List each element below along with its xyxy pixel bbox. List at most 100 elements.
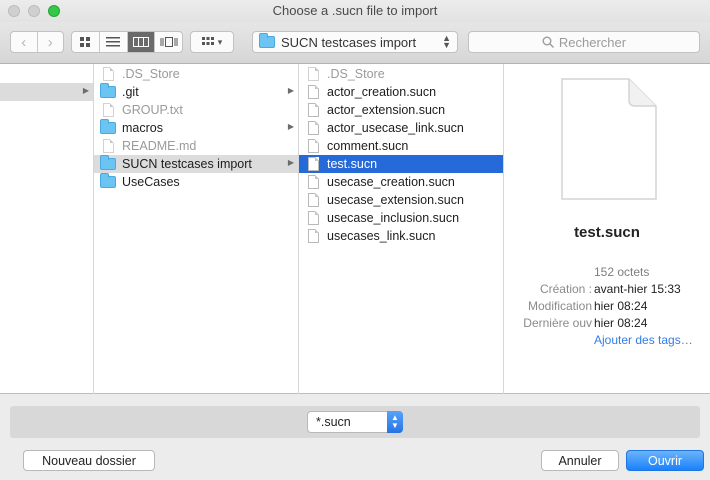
document-icon xyxy=(305,211,321,225)
folder-icon xyxy=(259,33,275,48)
file-name: test.sucn xyxy=(327,157,378,171)
file-name: usecase_extension.sucn xyxy=(327,193,464,207)
file-name: .DS_Store xyxy=(122,67,180,81)
file-name: macros xyxy=(122,121,163,135)
navigation-buttons: ‹ › xyxy=(10,31,64,53)
column-3: .DS_Store actor_creation.sucn actor_extens… xyxy=(299,64,504,394)
file-name: actor_usecase_link.sucn xyxy=(327,121,464,135)
file-row[interactable]: SUCN testcases import ▶ xyxy=(94,155,298,173)
location-label: SUCN testcases import xyxy=(281,34,417,50)
file-row[interactable]: .git ▶ xyxy=(94,83,298,101)
document-icon xyxy=(305,229,321,243)
file-name: actor_creation.sucn xyxy=(327,85,437,99)
new-folder-button[interactable]: Nouveau dossier xyxy=(23,450,155,471)
folder-icon xyxy=(100,119,116,135)
disclosure-arrow-icon: ▶ xyxy=(287,158,294,167)
file-name: usecase_inclusion.sucn xyxy=(327,211,460,225)
open-button[interactable]: Ouvrir xyxy=(626,450,704,471)
search-placeholder: Rechercher xyxy=(558,34,627,50)
document-icon xyxy=(561,78,657,200)
file-row[interactable]: actor_extension.sucn xyxy=(299,101,503,119)
document-icon xyxy=(100,67,116,81)
file-row[interactable]: actor_usecase_link.sucn xyxy=(299,119,503,137)
cancel-button[interactable]: Annuler xyxy=(541,450,619,471)
last-opened-label: Dernière ouv xyxy=(523,316,592,330)
file-row[interactable]: usecase_inclusion.sucn xyxy=(299,209,503,227)
file-name: comment.sucn xyxy=(327,139,409,153)
column-1: ▶ xyxy=(0,64,94,394)
file-row[interactable]: usecases_link.sucn xyxy=(299,227,503,245)
arrange-grid-icon xyxy=(201,37,214,45)
dialog-footer: *.sucn ▲ ▼ Nouveau dossier Annuler Ouvrir xyxy=(0,394,710,480)
add-tags-link[interactable]: Ajouter des tags… xyxy=(594,333,693,347)
disclosure-arrow-icon: ▶ xyxy=(82,86,89,95)
document-icon xyxy=(305,85,321,99)
up-down-chevron-icon: ▲ ▼ xyxy=(442,33,451,50)
back-button[interactable]: ‹ xyxy=(11,32,37,52)
modified-label: Modification xyxy=(527,299,592,313)
cover-flow-view-button[interactable] xyxy=(154,32,182,52)
column-2: .DS_Store .git ▶ GROUP.txt macros ▶ README.md S… xyxy=(94,64,299,394)
file-type-popup[interactable]: *.sucn ▲ ▼ xyxy=(307,411,403,433)
file-row[interactable]: actor_creation.sucn xyxy=(299,83,503,101)
file-name: SUCN testcases import xyxy=(122,157,252,171)
preview-file-name: test.sucn xyxy=(574,224,640,241)
folder-icon xyxy=(100,155,116,171)
cover-flow-icon xyxy=(160,37,178,47)
list-icon xyxy=(106,37,121,47)
view-mode-buttons xyxy=(71,31,183,53)
folder-icon xyxy=(100,83,116,99)
document-icon xyxy=(100,139,116,153)
window-title: Choose a .sucn file to import xyxy=(272,3,438,18)
filter-bar: *.sucn ▲ ▼ xyxy=(10,406,700,438)
document-icon xyxy=(100,103,116,117)
created-value: avant-hier 15:33 xyxy=(594,282,681,296)
folder-icon xyxy=(100,173,116,189)
document-icon xyxy=(305,121,321,135)
preview-pane: test.sucn 152 octets Création : avant-hi… xyxy=(504,64,710,394)
search-icon xyxy=(542,36,554,48)
parent-folder-row[interactable]: ▶ xyxy=(0,83,93,101)
file-name: usecase_creation.sucn xyxy=(327,175,455,189)
icon-view-button[interactable] xyxy=(72,32,99,52)
created-label: Création : xyxy=(539,282,592,296)
file-row[interactable]: comment.sucn xyxy=(299,137,503,155)
grid-icon xyxy=(79,36,90,47)
file-row[interactable]: README.md xyxy=(94,137,298,155)
file-name: GROUP.txt xyxy=(122,103,183,117)
file-row[interactable]: GROUP.txt xyxy=(94,101,298,119)
list-view-button[interactable] xyxy=(98,32,127,52)
arrange-button[interactable]: ▾ xyxy=(190,31,234,53)
up-down-chevron-icon: ▲ ▼ xyxy=(387,411,403,433)
toolbar: ‹ › ▾ SUCN testcases import ▲ ▼ Recherche… xyxy=(0,22,710,64)
file-row[interactable]: macros ▶ xyxy=(94,119,298,137)
preview-file-size: 152 octets xyxy=(594,265,650,279)
file-type-value: *.sucn xyxy=(316,415,351,429)
search-field[interactable]: Rechercher xyxy=(468,31,700,53)
columns-icon xyxy=(132,37,149,47)
location-popup[interactable]: SUCN testcases import ▲ ▼ xyxy=(252,31,458,53)
document-icon xyxy=(305,193,321,207)
file-row[interactable]: usecase_creation.sucn xyxy=(299,173,503,191)
disclosure-arrow-icon: ▶ xyxy=(287,122,294,131)
file-name: actor_extension.sucn xyxy=(327,103,446,117)
column-view-button[interactable] xyxy=(126,32,155,52)
document-icon xyxy=(305,139,321,153)
title-bar: Choose a .sucn file to import xyxy=(0,0,710,22)
modified-value: hier 08:24 xyxy=(594,299,648,313)
chevron-down-icon: ▾ xyxy=(217,36,223,47)
file-browser: ▶ .DS_Store .git ▶ GROUP.txt macros ▶ README.m… xyxy=(0,64,710,394)
document-icon xyxy=(305,175,321,189)
file-name: usecases_link.sucn xyxy=(327,229,436,243)
file-row[interactable]: usecase_extension.sucn xyxy=(299,191,503,209)
document-icon xyxy=(305,157,321,171)
file-row[interactable]: test.sucn xyxy=(299,155,503,173)
disclosure-arrow-icon: ▶ xyxy=(287,86,294,95)
last-opened-value: hier 08:24 xyxy=(594,316,648,330)
file-name: .DS_Store xyxy=(327,67,385,81)
file-row[interactable]: UseCases xyxy=(94,173,298,191)
file-row[interactable]: .DS_Store xyxy=(94,65,298,83)
forward-button[interactable]: › xyxy=(36,32,64,52)
file-row[interactable]: .DS_Store xyxy=(299,65,503,83)
file-name: .git xyxy=(122,85,139,99)
